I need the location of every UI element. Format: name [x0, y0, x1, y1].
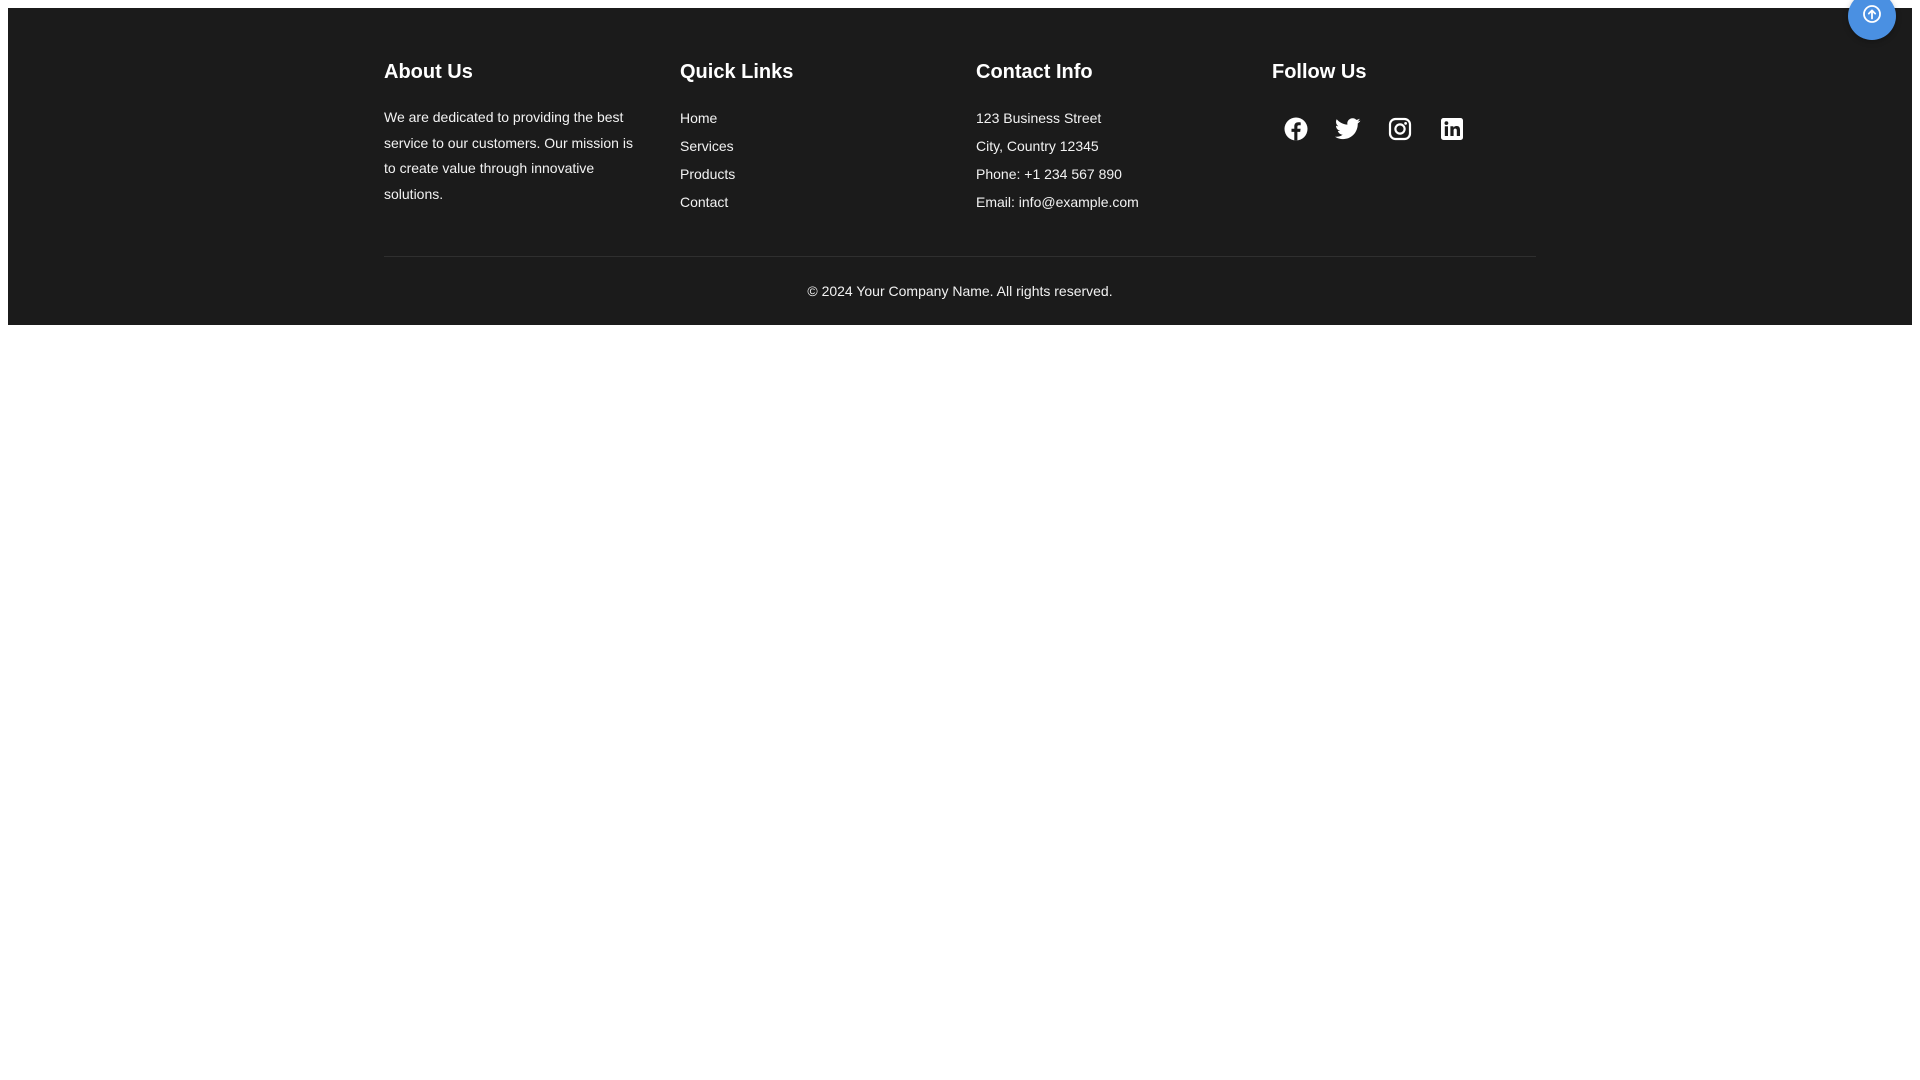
link-home[interactable]: Home — [680, 110, 717, 126]
site-footer: About Us We are dedicated to providing t… — [8, 0, 1912, 325]
contact-info-section: Contact Info 123 Business Street City, C… — [976, 59, 1256, 216]
follow-us-section: Follow Us — [1272, 59, 1552, 145]
link-products[interactable]: Products — [680, 166, 735, 182]
instagram-icon[interactable] — [1384, 113, 1416, 145]
contact-phone: Phone: +1 234 567 890 — [976, 166, 1122, 182]
list-item: Services — [680, 132, 960, 160]
facebook-icon[interactable] — [1280, 113, 1312, 145]
list-item: Home — [680, 104, 960, 132]
footer-divider — [384, 256, 1536, 257]
contact-city: City, Country 12345 — [976, 138, 1099, 154]
copyright-text: © 2024 Your Company Name. All rights res… — [807, 283, 1113, 299]
linkedin-icon[interactable] — [1436, 113, 1468, 145]
social-links — [1280, 113, 1552, 145]
about-heading: About Us — [384, 61, 473, 83]
twitter-icon[interactable] — [1332, 113, 1364, 145]
scroll-to-top-button[interactable] — [1848, 0, 1896, 40]
list-item: Contact — [680, 188, 960, 216]
contact-email: Email: info@example.com — [976, 194, 1139, 210]
footer-container: About Us We are dedicated to providing t… — [384, 8, 1536, 325]
about-section: About Us We are dedicated to providing t… — [384, 59, 664, 207]
contact-info-heading: Contact Info — [976, 61, 1093, 83]
quick-links-list: Home Services Products Contact — [680, 104, 960, 216]
about-text: We are dedicated to providing the best s… — [384, 109, 633, 202]
quick-links-heading: Quick Links — [680, 61, 794, 83]
quick-links-section: Quick Links Home Services Products Conta… — [680, 59, 960, 216]
contact-address: 123 Business Street — [976, 110, 1102, 126]
contact-info-list: 123 Business Street City, Country 12345 … — [976, 104, 1256, 216]
list-item: Products — [680, 160, 960, 188]
link-contact[interactable]: Contact — [680, 194, 728, 210]
arrow-up-circle-icon — [1862, 4, 1882, 29]
follow-us-heading: Follow Us — [1272, 61, 1367, 83]
link-services[interactable]: Services — [680, 138, 734, 154]
